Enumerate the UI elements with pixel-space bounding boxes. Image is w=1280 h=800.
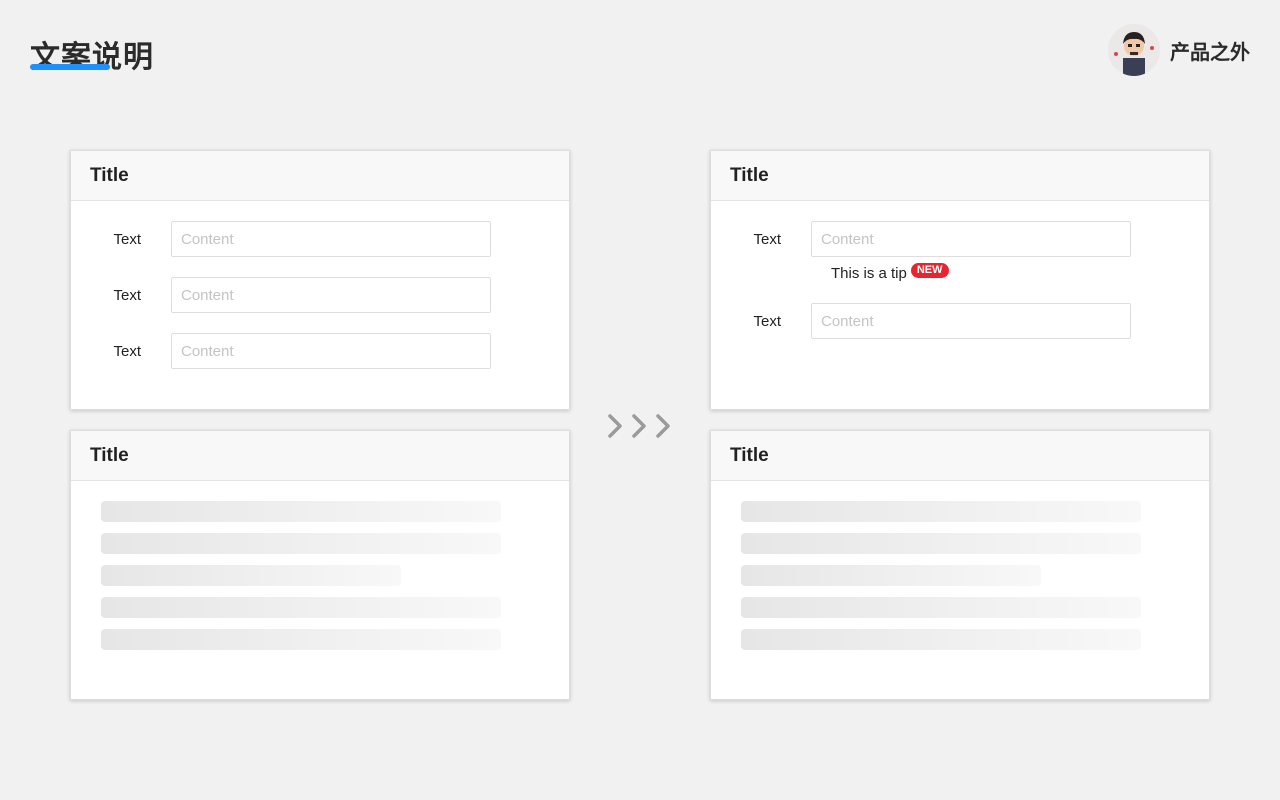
card-title: Title (730, 444, 769, 466)
new-badge: NEW (910, 263, 949, 278)
card-title: Title (730, 164, 769, 186)
skeleton-line (741, 501, 1141, 522)
skeleton-line (101, 533, 501, 554)
brand-name: 产品之外 (1170, 39, 1250, 64)
form-label: Text (113, 342, 141, 360)
content-input[interactable] (171, 277, 491, 313)
before-skeleton-card: Title (70, 430, 570, 700)
form-label: Text (753, 312, 781, 330)
content-input[interactable] (171, 333, 491, 369)
avatar-icon (1108, 24, 1160, 76)
triple-chevron-right-icon (604, 410, 674, 442)
before-form-card: Title Text Text Text (70, 150, 570, 410)
form-label: Text (753, 230, 781, 248)
card-title: Title (90, 164, 129, 186)
card-header: Title (711, 151, 1209, 201)
form-label: Text (113, 286, 141, 304)
content-input[interactable] (171, 221, 491, 257)
brand: 产品之外 (1108, 24, 1250, 76)
form-row: Text (711, 221, 1131, 257)
field-tip: This is a tip NEW (831, 263, 949, 282)
content-input[interactable] (811, 221, 1131, 257)
card-header: Title (71, 151, 569, 201)
after-form-card: Title Text This is a tip NEW Text (710, 150, 1210, 410)
skeleton-line (741, 597, 1141, 618)
skeleton-line (101, 501, 501, 522)
form-row: Text (71, 221, 491, 257)
card-header: Title (71, 431, 569, 481)
skeleton-line (101, 565, 401, 586)
form-row: Text (711, 303, 1131, 339)
after-skeleton-card: Title (710, 430, 1210, 700)
title-underline (30, 64, 110, 70)
card-title: Title (90, 444, 129, 466)
skeleton-line (101, 629, 501, 650)
tip-text: This is a tip (831, 265, 907, 282)
form-label: Text (113, 230, 141, 248)
card-header: Title (711, 431, 1209, 481)
skeleton-line (741, 565, 1041, 586)
skeleton-line (741, 629, 1141, 650)
skeleton-line (741, 533, 1141, 554)
skeleton-line (101, 597, 501, 618)
content-input[interactable] (811, 303, 1131, 339)
form-row: Text (71, 333, 491, 369)
form-row: Text (71, 277, 491, 313)
